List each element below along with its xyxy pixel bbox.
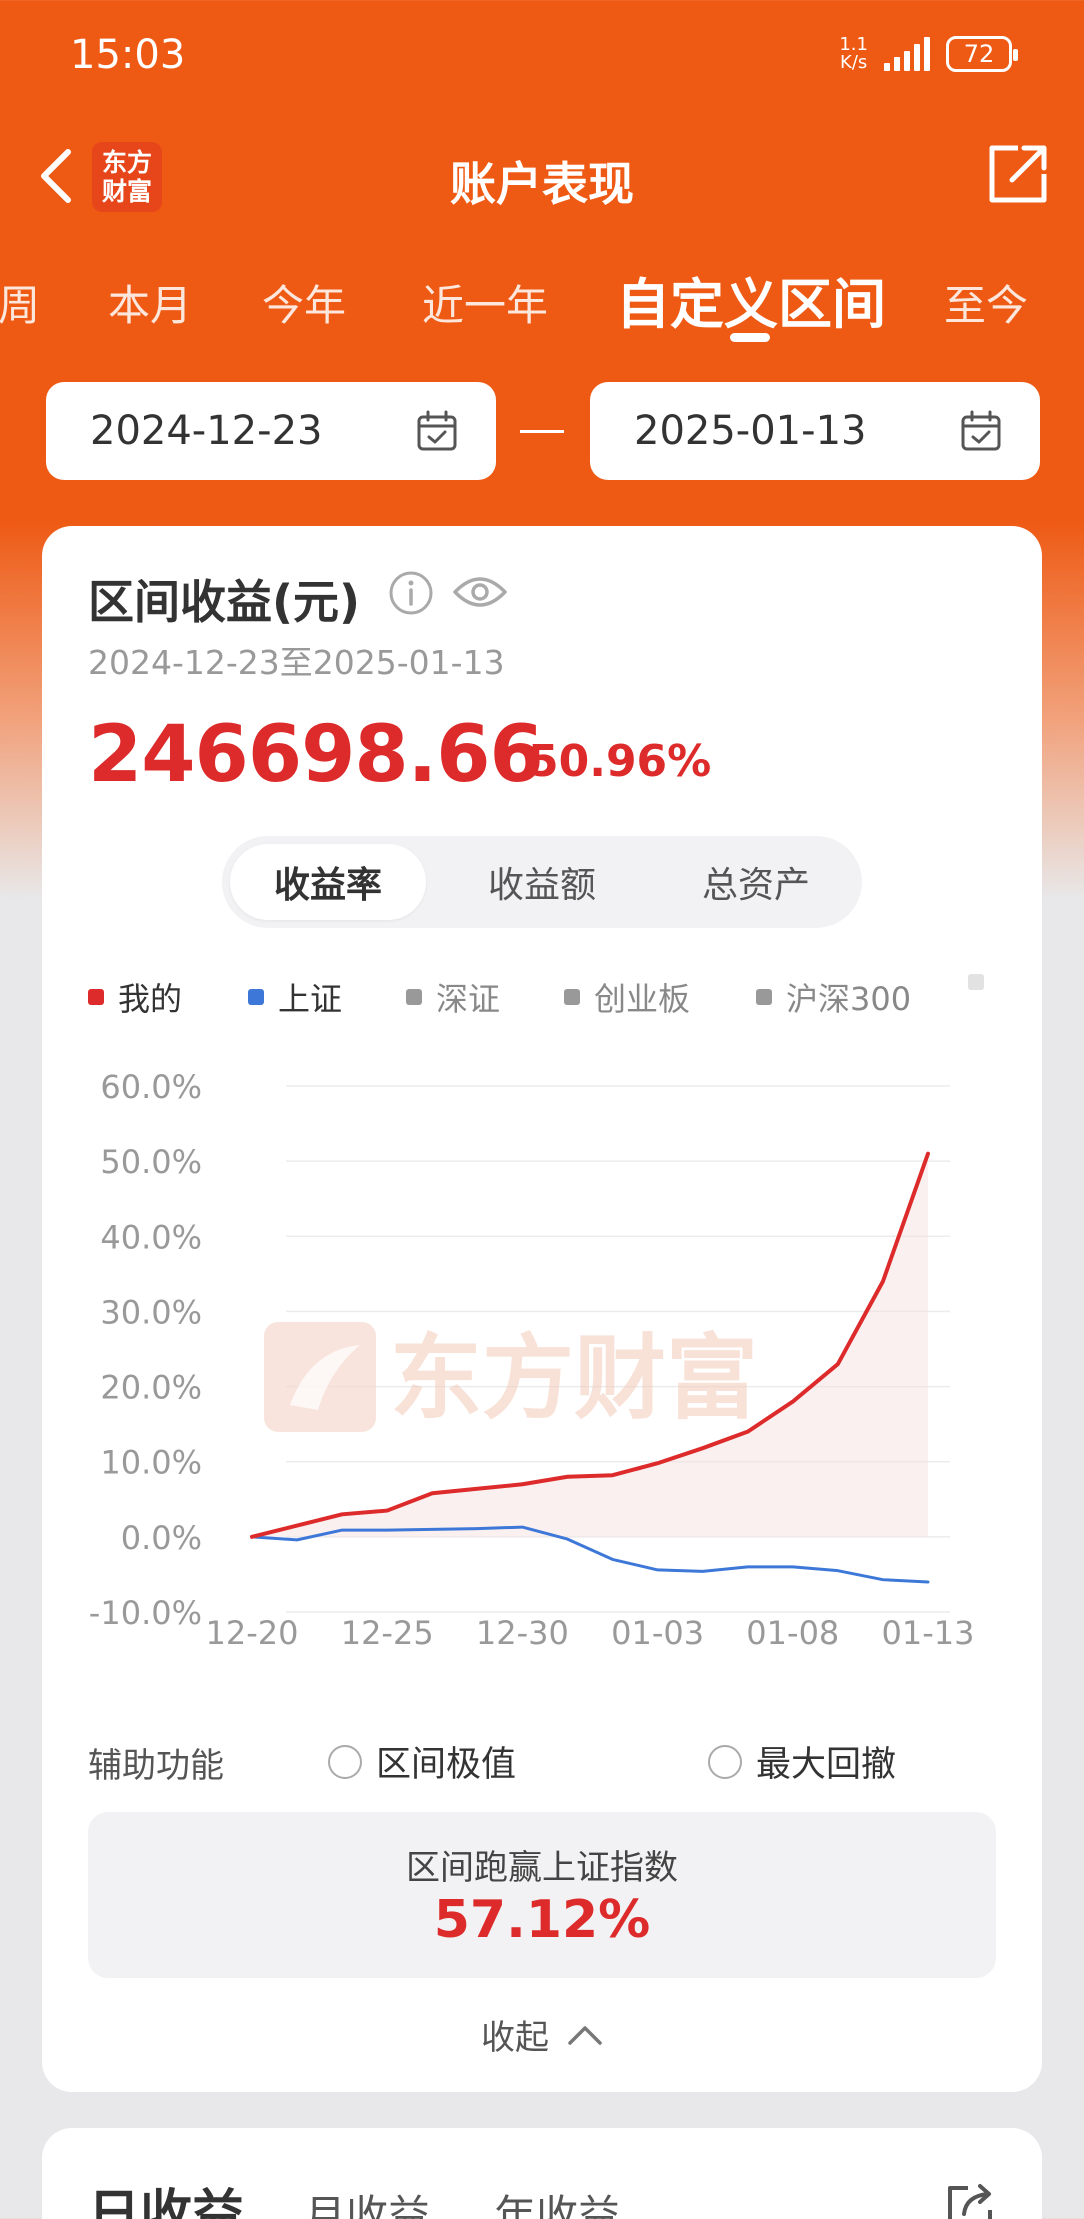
- share-external-icon[interactable]: [984, 142, 1050, 208]
- x-tick-label: 01-03: [611, 1614, 704, 1652]
- legend-dot: [756, 989, 772, 1005]
- legend-item-shanghai[interactable]: 上证: [248, 974, 342, 1020]
- y-tick-label: 30.0%: [100, 1293, 202, 1331]
- x-tick-label: 01-08: [746, 1614, 839, 1652]
- eye-icon[interactable]: [452, 568, 508, 616]
- radio-circle[interactable]: [328, 1744, 362, 1779]
- tab-custom-range[interactable]: 自定义区间: [616, 260, 886, 339]
- status-icons: 1.1 K/s 72: [839, 34, 1018, 73]
- date-separator: [520, 430, 564, 433]
- page-title: 账户表现: [450, 157, 634, 211]
- y-tick-label: 50.0%: [100, 1143, 202, 1181]
- beat-label: 区间跑赢上证指数: [406, 1848, 678, 1888]
- y-tick-label: 0.0%: [121, 1519, 202, 1557]
- start-date-picker[interactable]: 2024-12-23: [46, 382, 496, 480]
- return-rate-chart: 东方财富 60.0% 50.0% 40.0% 30.0% 20.0% 10.0% 0.0% -…: [89, 1068, 975, 1652]
- end-date-text: 2025-01-13: [634, 408, 867, 454]
- tab-this-year[interactable]: 今年: [262, 272, 346, 333]
- beat-value: 57.12%: [433, 1890, 651, 1950]
- legend-dot: [248, 989, 264, 1005]
- export-icon[interactable]: [944, 2182, 996, 2219]
- status-time: 15:03: [70, 32, 186, 78]
- segment-return-amount[interactable]: 收益额: [444, 844, 640, 920]
- legend-dot: [564, 989, 580, 1005]
- y-tick-label: 10.0%: [100, 1444, 202, 1482]
- y-tick-label: 40.0%: [100, 1218, 202, 1256]
- chevron-up-icon: [568, 2025, 602, 2045]
- calendar-check-icon: [417, 410, 457, 451]
- x-tick-label: 12-20: [206, 1614, 299, 1652]
- tab-this-month[interactable]: 本月: [108, 272, 192, 333]
- calendar-check-icon: [961, 410, 1001, 451]
- profit-value: 246698.66: [88, 710, 544, 800]
- info-icon[interactable]: [388, 570, 434, 616]
- x-tick-label: 12-30: [476, 1614, 569, 1652]
- metric-segment: 收益率 收益额 总资产: [222, 836, 862, 928]
- y-axis-labels: 60.0% 50.0% 40.0% 30.0% 20.0% 10.0% 0.0% -10.0%: [89, 1068, 202, 1632]
- profit-rate: 50.96%: [528, 736, 712, 787]
- period-tabs: 周 本月 今年 近一年 自定义区间 至今: [0, 258, 1084, 348]
- collapse-button[interactable]: 收起: [0, 2010, 1084, 2059]
- net-speed: 1.1 K/s: [839, 34, 868, 73]
- card-title: 区间收益(元): [88, 575, 361, 629]
- y-tick-label: -10.0%: [89, 1594, 202, 1632]
- aux-label: 辅助功能: [88, 1746, 224, 1786]
- x-tick-label: 12-25: [341, 1614, 434, 1652]
- watermark-text: 东方财富: [390, 1325, 758, 1432]
- option-interval-extreme[interactable]: 区间极值: [328, 1736, 516, 1787]
- x-axis-labels: 12-20 12-25 12-30 01-03 01-08 01-13: [206, 1614, 975, 1652]
- tab-monthly-income[interactable]: 月收益: [304, 2182, 430, 2219]
- range-text: 2024-12-23至2025-01-13: [88, 643, 505, 682]
- tab-week[interactable]: 周: [0, 272, 40, 333]
- option-max-drawdown[interactable]: 最大回撤: [708, 1736, 896, 1787]
- segment-return-rate[interactable]: 收益率: [230, 844, 426, 920]
- chart-watermark: 东方财富: [264, 1322, 758, 1432]
- tab-yearly-income[interactable]: 年收益: [494, 2182, 620, 2219]
- legend-more-fade: [968, 974, 998, 990]
- legend-item-mine[interactable]: 我的: [88, 974, 182, 1020]
- legend-dot: [406, 989, 422, 1005]
- battery-icon: 72: [946, 36, 1018, 72]
- signal-icon: [884, 37, 930, 71]
- start-date-text: 2024-12-23: [90, 408, 323, 454]
- beat-index-box: 区间跑赢上证指数 57.12%: [88, 1812, 996, 1978]
- tab-daily-income[interactable]: 日收益: [88, 2172, 244, 2219]
- legend-item-shenzhen[interactable]: 深证: [406, 974, 500, 1020]
- x-tick-label: 01-13: [882, 1614, 975, 1652]
- end-date-picker[interactable]: 2025-01-13: [590, 382, 1040, 480]
- tab-last-year[interactable]: 近一年: [422, 272, 548, 333]
- legend-dot: [88, 989, 104, 1005]
- segment-total-assets[interactable]: 总资产: [658, 844, 854, 920]
- tab-to-date[interactable]: 至今: [944, 272, 1028, 333]
- legend-item-csi300[interactable]: 沪深300: [756, 974, 911, 1020]
- chart-legend: 我的 上证 深证 创业板 沪深300: [88, 974, 988, 1018]
- legend-item-chinext[interactable]: 创业板: [564, 974, 690, 1020]
- y-tick-label: 60.0%: [100, 1068, 202, 1106]
- radio-circle[interactable]: [708, 1744, 742, 1779]
- y-tick-label: 20.0%: [100, 1369, 202, 1407]
- tab-indicator: [730, 333, 770, 342]
